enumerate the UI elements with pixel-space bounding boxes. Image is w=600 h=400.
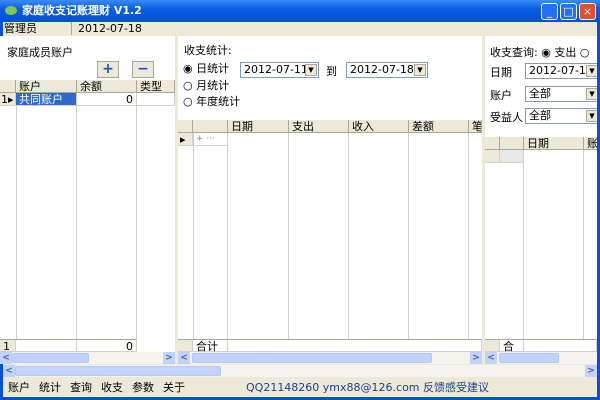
accounts-hscrollbar[interactable]: < > — [0, 352, 175, 364]
menu-parameters[interactable]: 参数 — [132, 381, 154, 394]
footer-total-label: 合计 — [500, 339, 524, 352]
remove-account-button[interactable]: − — [132, 61, 154, 78]
member-accounts-panel: 家庭成员账户 + − 账户 余额 类型 1▸ 共同账户 0 1 0 — [0, 36, 175, 353]
menu-transactions[interactable]: 收支 — [101, 381, 123, 394]
expand-icon[interactable]: + — [196, 134, 204, 144]
column-header[interactable]: 笔 — [469, 120, 482, 133]
statistics-panel: 收支统计: ◉ 日统计 ○ 月统计 ○ 年度统计 2012-07-11 ▼ 到 2… — [178, 36, 482, 353]
main-hscrollbar[interactable]: < > — [3, 365, 597, 377]
account-value: 全部 — [529, 87, 551, 100]
row-indicator: ▸ — [178, 133, 193, 146]
query-hscrollbar[interactable]: < — [485, 352, 597, 364]
radio-yearly[interactable]: ○ 年度统计 — [183, 95, 240, 109]
chevron-down-icon[interactable]: ▼ — [586, 65, 597, 77]
title-bar: 家庭收支记账理财 V1.2 — [0, 0, 600, 22]
beneficiary-label: 受益人 — [490, 111, 523, 124]
column-header[interactable]: 支出 — [289, 120, 349, 133]
column-header[interactable]: 类型 — [137, 80, 175, 93]
column-header[interactable]: 收入 — [349, 120, 409, 133]
statistics-hscrollbar[interactable]: < > — [178, 352, 482, 364]
expand-cell[interactable]: + ··· — [193, 133, 228, 146]
statistics-grid: 日期 支出 收入 差额 笔 ▸ + ··· 合计 — [178, 120, 482, 353]
menu-statistics[interactable]: 统计 — [39, 381, 61, 394]
radio-label: 支出 — [554, 46, 577, 59]
beneficiary-value: 全部 — [529, 109, 551, 122]
row-header-corner — [0, 80, 16, 93]
ellipsis-icon: ··· — [206, 134, 216, 144]
account-select[interactable]: 全部 ▼ — [525, 86, 597, 102]
radio-monthly[interactable]: ○ 月统计 — [183, 79, 229, 93]
menu-about[interactable]: 关于 — [163, 381, 185, 394]
radio-label: 日统计 — [196, 62, 230, 75]
query-date-picker[interactable]: 2012-07-11 ▼ — [525, 63, 597, 79]
contact-link[interactable]: QQ21148260 ymx88@126.com 反馈感受建议 — [246, 381, 489, 395]
chevron-down-icon[interactable]: ▼ — [414, 64, 426, 76]
chevron-down-icon[interactable]: ▼ — [586, 110, 597, 122]
user-label: 管理员 — [4, 22, 37, 35]
bottom-menu: 账户 统计 查询 收支 参数 关于 — [8, 381, 194, 395]
menu-accounts[interactable]: 账户 — [8, 381, 30, 394]
to-date-value: 2012-07-18 — [350, 63, 414, 76]
balance-cell[interactable]: 0 — [77, 93, 137, 106]
radio-label: 月统计 — [196, 79, 230, 92]
query-panel: 收支查询: ◉ 支出 ○ 日期 2012-07-11 ▼ 账户 全部 ▼ 受益人 全… — [485, 36, 597, 352]
column-header[interactable]: 余额 — [77, 80, 137, 93]
client-area: 管理员 2012-07-18 11:43:42 家庭成员账户 + − 账户 余额… — [0, 22, 597, 397]
query-date-value: 2012-07-11 — [529, 64, 593, 77]
row-index: 1 — [1, 93, 8, 106]
column-header[interactable]: 日期 — [524, 137, 584, 150]
from-date-picker[interactable]: 2012-07-11 ▼ — [240, 62, 319, 78]
to-date-picker[interactable]: 2012-07-18 ▼ — [346, 62, 428, 78]
footer-index: 1 — [0, 339, 16, 353]
chevron-down-icon[interactable]: ▼ — [305, 64, 317, 76]
maximize-button[interactable]: □ — [560, 3, 577, 20]
footer-total-label: 合计 — [193, 339, 228, 353]
radio-label: 年度统计 — [196, 95, 241, 108]
account-cell[interactable]: 共同账户 — [16, 93, 77, 106]
window-title: 家庭收支记账理财 V1.2 — [22, 4, 142, 17]
chevron-down-icon[interactable]: ▼ — [586, 88, 597, 100]
footer-balance: 0 — [77, 339, 137, 353]
to-label: 到 — [326, 65, 337, 78]
menu-query[interactable]: 查询 — [70, 381, 92, 394]
panel-title: 收支查询: — [490, 46, 538, 59]
date-label: 日期 — [490, 66, 512, 79]
query-grid: 日期 账 合计 — [485, 137, 597, 352]
column-header[interactable]: 日期 — [228, 120, 289, 133]
column-header[interactable]: 差额 — [409, 120, 469, 133]
radio-daily[interactable]: ◉ 日统计 — [183, 62, 229, 76]
minimize-button[interactable]: _ — [541, 3, 558, 20]
add-account-button[interactable]: + — [97, 61, 119, 78]
datetime-label: 2012-07-18 11:43:42 — [71, 22, 191, 48]
type-cell[interactable] — [137, 93, 175, 106]
panel-title: 收支统计: — [184, 44, 232, 57]
row-indicator: 1▸ — [0, 93, 16, 106]
app-icon — [5, 6, 17, 15]
accounts-grid: 账户 余额 类型 1▸ 共同账户 0 1 0 — [0, 80, 175, 353]
column-header[interactable]: 账户 — [16, 80, 77, 93]
beneficiary-select[interactable]: 全部 ▼ — [525, 108, 597, 124]
column-header[interactable]: 账 — [584, 137, 597, 150]
close-button[interactable]: × — [579, 3, 596, 20]
panel-title: 家庭成员账户 — [7, 46, 73, 59]
radio-expense[interactable]: ◉ 支出 — [541, 46, 576, 59]
from-date-value: 2012-07-11 — [244, 63, 308, 76]
query-header: 收支查询: ◉ 支出 ○ — [490, 46, 590, 59]
account-label: 账户 — [490, 89, 512, 102]
